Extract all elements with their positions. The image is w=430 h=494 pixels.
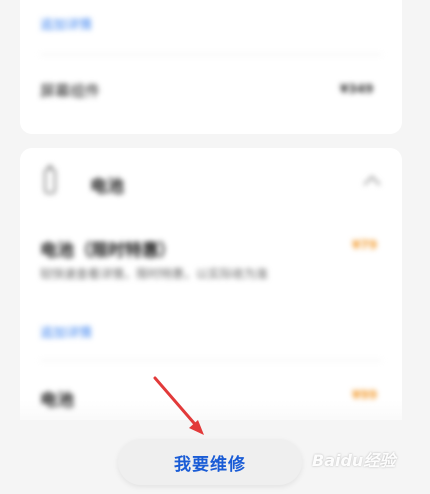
screen-part-price: ¥349 bbox=[340, 82, 374, 96]
battery-item-price: ¥79 bbox=[352, 238, 378, 252]
details-link[interactable]: 追加详情 bbox=[40, 14, 92, 33]
battery-item-title: 电池（限时特惠） bbox=[40, 241, 176, 261]
divider bbox=[40, 360, 382, 361]
screen-part-title: 屏幕组件 bbox=[40, 82, 101, 100]
parts-card-battery bbox=[20, 148, 402, 420]
details-link-battery[interactable]: 追加详情 bbox=[40, 322, 92, 341]
battery-item-description: 较快速查看详情，限时特惠，以实际收为准 bbox=[40, 267, 269, 281]
battery-icon bbox=[44, 165, 56, 194]
section-title-battery: 电池 bbox=[90, 177, 124, 197]
repair-request-button[interactable]: 我要维修 bbox=[118, 439, 302, 485]
watermark: Baidu经验 bbox=[312, 451, 396, 470]
red-arrow-annotation bbox=[153, 376, 204, 435]
divider bbox=[40, 54, 382, 55]
